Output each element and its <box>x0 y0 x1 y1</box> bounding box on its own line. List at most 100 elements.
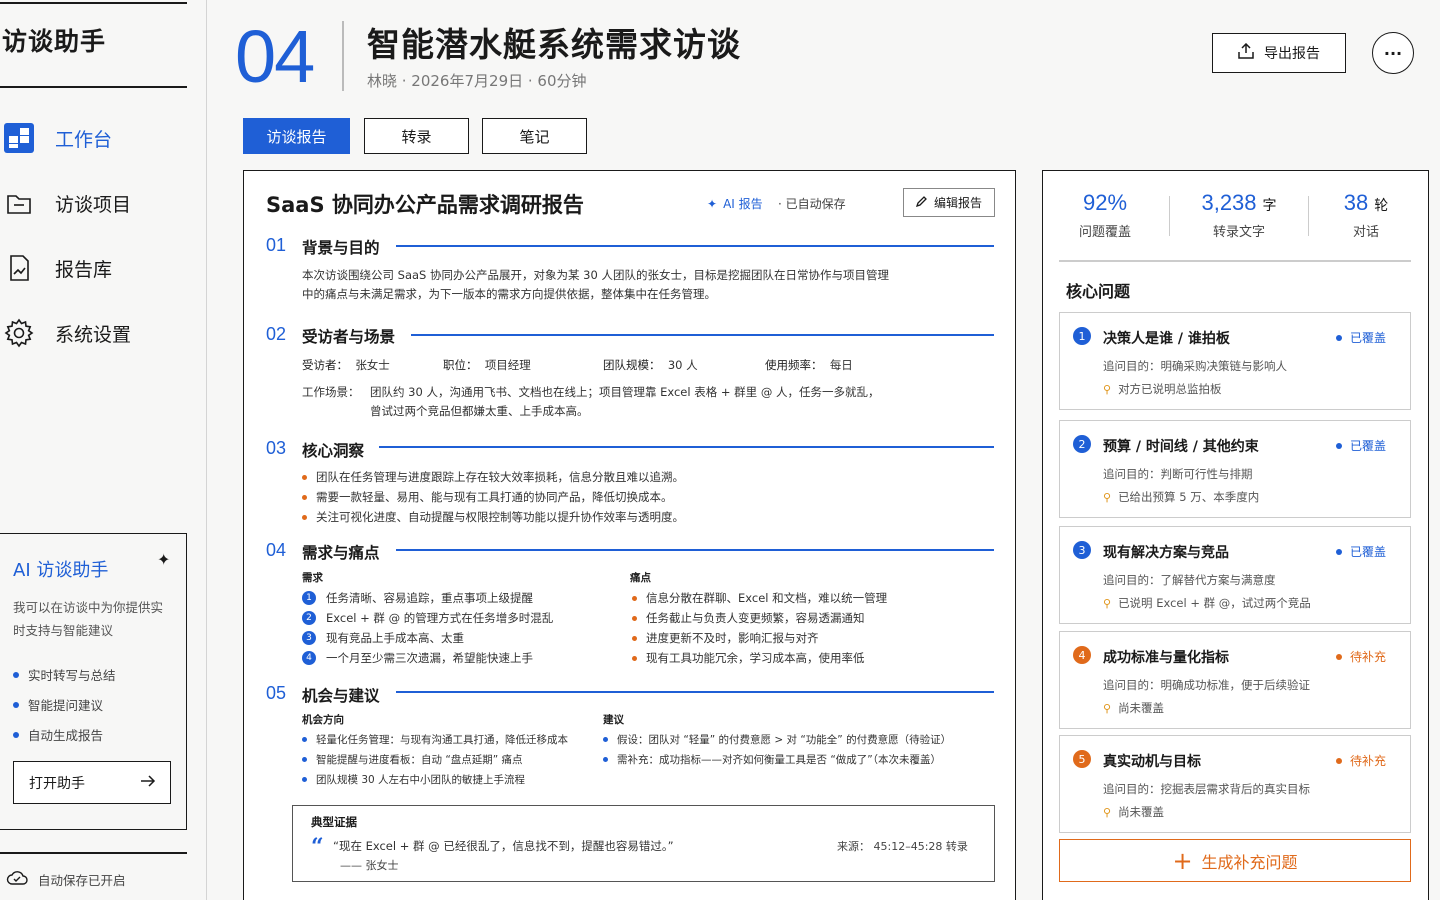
need-item: 2 Excel + 群 @ 的管理方式在任务增多时混乱 <box>302 610 553 626</box>
scene-text-line: 曾试过两个竞品但都嫌太重、上手成本高。 <box>370 404 589 418</box>
export-report-button[interactable]: 导出报告 <box>1212 33 1346 73</box>
question-note: ⚲ 尚未覆盖 <box>1103 701 1165 715</box>
interview-number: 04 <box>235 15 315 98</box>
core-questions-title: 核心问题 <box>1066 282 1131 301</box>
interviewee-role: 职位： 项目经理 <box>443 358 531 372</box>
generate-label: 生成补充问题 <box>1201 852 1298 872</box>
sidebar-rule <box>0 86 187 88</box>
stat-coverage-value: 92% <box>1082 190 1128 215</box>
question-number: 1 <box>1073 327 1091 345</box>
ai-assistant-desc: 我可以在访谈中为你提供实时支持与智能建议 <box>13 600 164 638</box>
quote-icon: “ <box>311 834 324 860</box>
section-rule <box>411 334 994 336</box>
section-rule <box>396 549 994 551</box>
question-number: 3 <box>1073 541 1091 559</box>
need-item: 4 一个月至少需三次遗漏，希望能快速上手 <box>302 650 533 666</box>
stat-divider <box>1308 196 1309 236</box>
pin-icon: ⚲ <box>1103 701 1112 715</box>
pin-icon: ⚲ <box>1103 382 1112 396</box>
sparkle-icon: ✦ <box>707 196 718 211</box>
section-rule <box>379 446 994 448</box>
more-options-button[interactable]: ··· <box>1372 32 1414 74</box>
question-card[interactable]: 3 现有解决方案与竞品 已覆盖 追问目的：了解替代方案与满意度 ⚲ 已说明 Exc… <box>1059 526 1411 624</box>
section-rule <box>396 245 994 247</box>
suggestion-item: 假设：团队对 “轻量” 的付费意愿 > 对 “功能全” 的付费意愿（待验证） <box>603 732 951 747</box>
sidebar-item-label: 报告库 <box>55 258 113 281</box>
evidence-quote: “现在 Excel + 群 @ 已经很乱了，信息找不到，提醒也容易错过。” <box>333 839 674 853</box>
page-meta: 林晓 · 2026年7月29日 · 60分钟 <box>367 72 587 90</box>
sidebar-top-rule <box>0 2 187 4</box>
evidence-title: 典型证据 <box>311 815 357 829</box>
background-text-line: 中的痛点与未满足需求，为下一版本的需求方向提供依据，整体集中在任务管理。 <box>302 287 716 301</box>
question-purpose: 追问目的：明确采购决策链与影响人 <box>1103 359 1287 373</box>
question-number: 5 <box>1073 750 1091 768</box>
question-purpose: 追问目的：明确成功标准，便于后续验证 <box>1103 678 1310 692</box>
section-number: 01 <box>266 235 287 255</box>
arrow-right-icon <box>140 774 156 791</box>
report-title: SaaS 协同办公产品需求调研报告 <box>266 193 584 217</box>
need-item: 1 任务清晰、容易追踪，重点事项上级提醒 <box>302 590 533 606</box>
opportunity-item: 轻量化任务管理：与现有沟通工具打通，降低迁移成本 <box>302 732 568 747</box>
interviewee-frequency: 使用频率： 每日 <box>765 358 853 372</box>
question-purpose: 追问目的：挖掘表层需求背后的真实目标 <box>1103 782 1310 796</box>
suggestion-item: 需补充：成功指标——对齐如何衡量工具是否 “做成了”（本次未覆盖） <box>603 752 941 767</box>
ai-report-link[interactable]: ✦ AI 报告 <box>707 195 763 212</box>
upload-icon <box>1238 42 1254 63</box>
stat-divider <box>1169 196 1170 236</box>
insight-item: 团队在任务管理与进度跟踪上存在较大效率损耗，信息分散且难以追溯。 <box>302 469 684 485</box>
question-card[interactable]: 1 决策人是谁 / 谁拍板 已覆盖 追问目的：明确采购决策链与影响人 ⚲ 对方已说… <box>1059 312 1411 410</box>
status-badge: 已覆盖 <box>1335 543 1386 560</box>
pin-icon: ⚲ <box>1103 596 1112 610</box>
question-purpose: 追问目的：了解替代方案与满意度 <box>1103 573 1276 587</box>
sidebar-item-dashboard[interactable]: 工作台 <box>0 116 190 160</box>
scene-text-line: 团队约 30 人，沟通用飞书、文档也在线上；项目管理靠 Excel 表格 + 群… <box>370 385 880 399</box>
sidebar-divider <box>206 0 207 900</box>
cloud-icon <box>6 870 28 889</box>
sidebar-item-label: 访谈项目 <box>55 193 132 216</box>
generate-questions-button[interactable]: + 生成补充问题 <box>1059 839 1411 882</box>
sidebar-item-report-library[interactable]: 报告库 <box>0 246 190 290</box>
tab-transcript[interactable]: 转录 <box>364 118 469 154</box>
insight-item: 需要一款轻量、易用、能与现有工具打通的协同产品，降低切换成本。 <box>302 489 673 505</box>
ai-feature-item: 智能提问建议 <box>13 695 103 714</box>
question-purpose: 追问目的：判断可行性与排期 <box>1103 467 1253 481</box>
pencil-icon <box>915 195 928 210</box>
open-assistant-button[interactable]: 打开助手 <box>13 761 171 804</box>
sidebar-item-projects[interactable]: 访谈项目 <box>0 181 190 225</box>
opportunity-item: 智能提醒与进度看板：自动 “盘点延期” 痛点 <box>302 752 523 767</box>
evidence-source[interactable]: 来源： 45:12–45:28 转录 <box>837 838 968 854</box>
question-card[interactable]: 5 真实动机与目标 待补充 追问目的：挖掘表层需求背后的真实目标 ⚲ 尚未覆盖 <box>1059 735 1411 833</box>
stat-words-label: 转录文字 <box>1212 225 1265 240</box>
export-label: 导出报告 <box>1264 46 1320 62</box>
question-card[interactable]: 2 预算 / 时间线 / 其他约束 已覆盖 追问目的：判断可行性与排期 ⚲ 已给出… <box>1059 420 1411 518</box>
stat-turns-value: 38 轮 <box>1343 190 1389 215</box>
question-card[interactable]: 4 成功标准与量化指标 待补充 追问目的：明确成功标准，便于后续验证 ⚲ 尚未覆盖 <box>1059 631 1411 729</box>
pain-item: 进度更新不及时，影响汇报与对齐 <box>632 630 819 646</box>
stat-turns-label: 对话 <box>1352 225 1379 240</box>
more-icon: ··· <box>1383 43 1403 63</box>
status-badge: 待补充 <box>1335 648 1386 665</box>
section-rule <box>396 691 994 693</box>
open-assistant-label: 打开助手 <box>29 775 85 792</box>
pain-item: 任务截止与负责人变更频繁，容易透漏通知 <box>632 610 865 626</box>
page-title: 智能潜水艇系统需求访谈 <box>367 25 741 64</box>
edit-report-button[interactable]: 编辑报告 <box>903 188 995 217</box>
report-saved-status: · 已自动保存 <box>778 197 846 211</box>
sidebar-item-label: 工作台 <box>55 128 113 151</box>
section-title: 受访者与场景 <box>302 328 396 346</box>
section-title: 背景与目的 <box>302 239 380 257</box>
pain-item: 现有工具功能冗余，学习成本高，使用率低 <box>632 650 865 666</box>
autosave-status: 自动保存已开启 <box>6 870 126 889</box>
tab-report[interactable]: 访谈报告 <box>243 118 350 154</box>
stat-words-value: 3,238 字 <box>1201 190 1277 215</box>
sidebar-item-settings[interactable]: 系统设置 <box>0 311 190 355</box>
pin-icon: ⚲ <box>1103 805 1112 819</box>
question-title: 现有解决方案与竞品 <box>1103 545 1229 561</box>
evidence-author: —— 张女士 <box>340 859 399 872</box>
tab-notes[interactable]: 笔记 <box>482 118 587 154</box>
background-text-line: 本次访谈围绕公司 SaaS 协同办公产品展开，对象为某 30 人团队的张女士，目… <box>302 268 889 282</box>
header-divider <box>342 21 344 91</box>
section-number: 03 <box>266 438 287 458</box>
scene-label: 工作场景： <box>302 385 360 399</box>
gear-icon <box>2 316 36 350</box>
